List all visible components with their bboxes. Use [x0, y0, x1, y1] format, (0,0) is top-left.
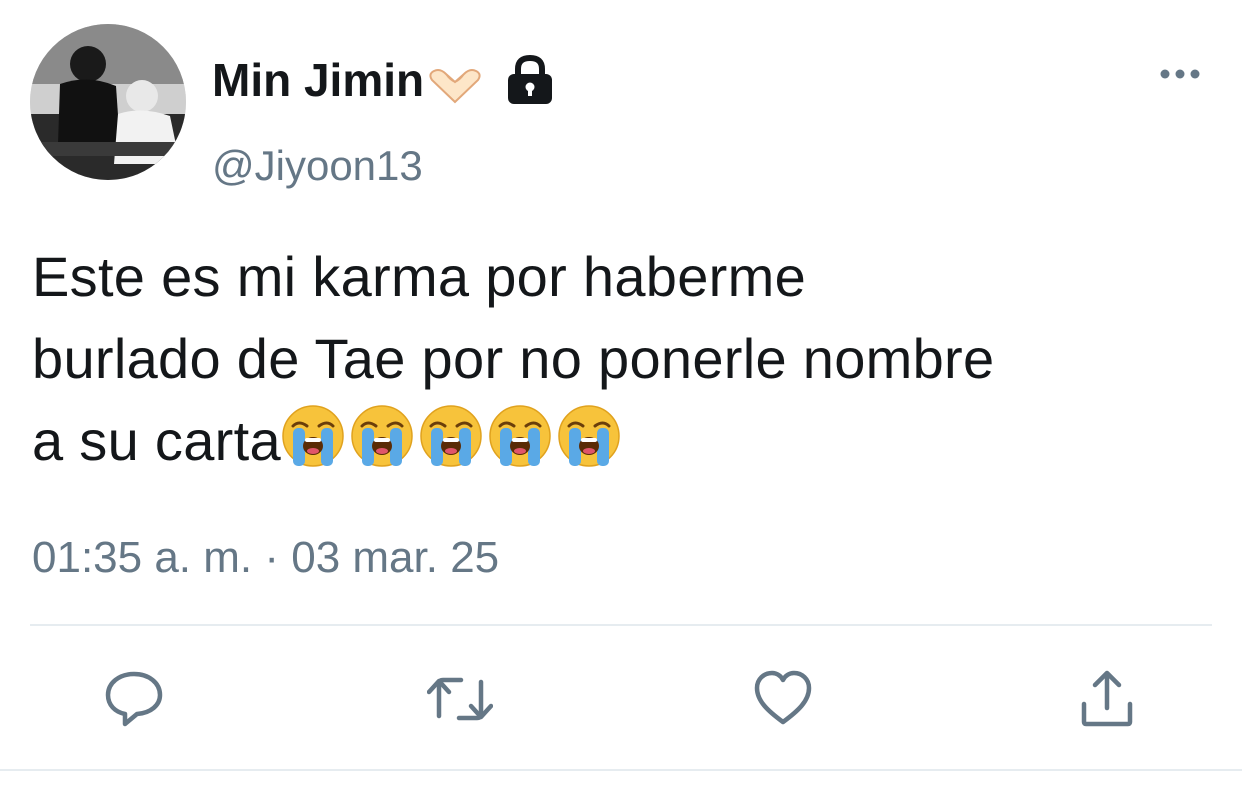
tweet-text-line-text: a su carta: [32, 409, 281, 472]
loudly-crying-face-emoji-icon: [350, 404, 414, 468]
more-options-icon[interactable]: [1158, 62, 1202, 86]
display-name[interactable]: Min Jimin: [212, 50, 554, 110]
share-icon: [1081, 670, 1133, 727]
retweet-button[interactable]: [426, 668, 494, 730]
loudly-crying-face-emoji-icon: [281, 404, 345, 468]
crying-emoji-row: [281, 404, 626, 490]
loudly-crying-face-emoji-icon: [488, 404, 552, 468]
bottom-divider: [0, 769, 1242, 771]
user-handle[interactable]: @Jiyoon13: [212, 140, 423, 192]
heart-hands-emoji-icon: [426, 60, 484, 104]
timestamp[interactable]: 01:35 a. m. · 03 mar. 25: [32, 530, 499, 586]
share-button[interactable]: [1076, 668, 1138, 730]
retweet-icon: [426, 677, 494, 721]
tweet-text: Este es mi karma por haberme burlado de …: [32, 236, 1237, 490]
reply-icon: [105, 671, 163, 727]
tweet-text-line-with-emoji: a su carta: [32, 400, 1237, 490]
tweet-text-line: burlado de Tae por no ponerle nombre: [32, 327, 995, 390]
like-button[interactable]: [752, 668, 814, 730]
lock-icon: [506, 54, 554, 106]
display-name-text: Min Jimin: [212, 54, 425, 106]
reply-button[interactable]: [103, 668, 165, 730]
loudly-crying-face-emoji-icon: [419, 404, 483, 468]
divider: [30, 624, 1212, 626]
avatar[interactable]: [30, 24, 186, 180]
like-icon: [754, 670, 812, 725]
loudly-crying-face-emoji-icon: [557, 404, 621, 468]
tweet-card: Min Jimin @Jiyoon13 Este es mi karma por…: [0, 0, 1242, 789]
tweet-text-line: Este es mi karma por haberme: [32, 245, 807, 308]
